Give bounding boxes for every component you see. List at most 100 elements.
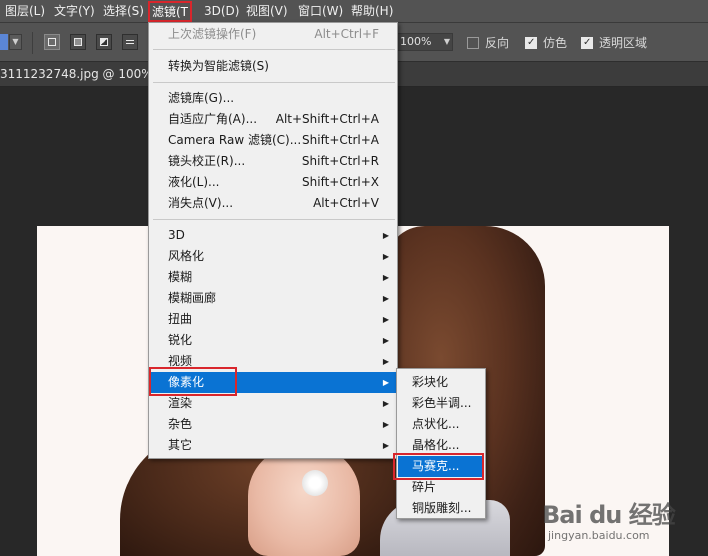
submenu-item-mosaic[interactable]: 马赛克... [398,456,484,477]
submenu-arrow-icon: ▶ [382,420,389,429]
menu-item-camera-raw[interactable]: Camera Raw 滤镜(C)... Shift+Ctrl+A [150,130,396,151]
radial-gradient-button[interactable] [70,34,86,50]
submenu-item-pointillize[interactable]: 点状化... [398,414,484,435]
angle-gradient-icon [100,38,108,46]
submenu-item-label: 点状化... [412,417,460,431]
menu-item-adaptive-wide-angle[interactable]: 自适应广角(A)... Alt+Shift+Ctrl+A [150,109,396,130]
submenu-arrow-icon: ▶ [382,252,389,261]
angle-gradient-button[interactable] [96,34,112,50]
checkbox-box-checked [581,35,593,51]
submenu-item-label: 碎片 [412,480,437,494]
checkbox-box-checked [525,35,537,51]
watermark-logo-tail: 经验 [628,501,676,529]
menu-item-label: 模糊 [168,270,193,284]
menu-item-filter-gallery[interactable]: 滤镜库(G)... [150,88,396,109]
submenu-item-label: 马赛克... [412,459,460,473]
menu-item-vanishing-point[interactable]: 消失点(V)... Alt+Ctrl+V [150,193,396,214]
menu-item-label: 自适应广角(A)... [168,112,258,126]
radial-gradient-icon [74,38,82,46]
submenu-arrow-icon: ▶ [382,315,389,324]
filter-menu: 上次滤镜操作(F) Alt+Ctrl+F 转换为智能滤镜(S) 滤镜库(G)..… [148,22,398,459]
menu-item-label: 像素化 [168,375,205,389]
menu-item-label: 镜头校正(R)... [168,154,246,168]
menu-window[interactable]: 窗口(W) [298,0,343,23]
menu-item-other[interactable]: 其它 ▶ [150,435,396,456]
menu-item-shortcut: Shift+Ctrl+R [301,154,379,168]
checkbox-label: 反向 [485,36,510,50]
photo-face [248,446,360,556]
dither-checkbox[interactable]: 仿色 [525,35,567,51]
menu-item-convert-smart-filter[interactable]: 转换为智能滤镜(S) [150,56,396,77]
submenu-item-crystallize[interactable]: 晶格化... [398,435,484,456]
chevron-down-icon: ▼ [443,37,450,46]
menu-item-3d[interactable]: 3D ▶ [150,225,396,246]
submenu-item-color-halftone[interactable]: 彩色半调... [398,393,484,414]
menu-view[interactable]: 视图(V) [246,0,288,23]
menu-item-stylize[interactable]: 风格化 ▶ [150,246,396,267]
checkbox-box [467,36,479,49]
reflected-gradient-icon [126,40,134,44]
menu-item-shortcut: Alt+Ctrl+F [314,27,379,41]
transparency-checkbox[interactable]: 透明区域 [581,35,647,51]
menu-item-label: 渲染 [168,396,193,410]
menu-select[interactable]: 选择(S) [103,0,144,23]
photo-hand [302,470,328,496]
menu-item-label: 扭曲 [168,312,193,326]
watermark-logo-text: Bai du [542,501,622,529]
menu-item-label: 液化(L)... [168,175,220,189]
baidu-watermark: Bai du 经验 jingyan.baidu.com [540,495,708,556]
submenu-arrow-icon: ▶ [382,357,389,366]
menu-item-pixelate[interactable]: 像素化 ▶ [150,372,396,393]
divider [32,32,33,54]
menu-separator [153,49,395,50]
menu-item-liquify[interactable]: 液化(L)... Shift+Ctrl+X [150,172,396,193]
menu-item-blur-gallery[interactable]: 模糊画廊 ▶ [150,288,396,309]
checkbox-label: 透明区域 [599,36,648,50]
menu-item-last-filter[interactable]: 上次滤镜操作(F) Alt+Ctrl+F [150,24,396,45]
submenu-arrow-icon: ▶ [382,336,389,345]
watermark-url: jingyan.baidu.com [548,529,650,542]
menu-item-label: 其它 [168,438,193,452]
submenu-arrow-icon: ▶ [382,231,389,240]
menu-item-label: 转换为智能滤镜(S) [168,59,269,73]
menu-item-label: 模糊画廊 [168,291,217,305]
submenu-arrow-icon: ▶ [382,399,389,408]
menu-layer[interactable]: 图层(L) [5,0,45,23]
menu-help[interactable]: 帮助(H) [351,0,393,23]
submenu-arrow-icon: ▶ [382,294,389,303]
submenu-item-mezzotint[interactable]: 铜版雕刻... [398,498,484,519]
checkbox-label: 仿色 [543,36,568,50]
menu-item-shortcut: Shift+Ctrl+X [302,175,379,189]
menu-item-label: 锐化 [168,333,193,347]
submenu-arrow-icon: ▶ [382,273,389,282]
submenu-item-label: 晶格化... [412,438,460,452]
menu-item-noise[interactable]: 杂色 ▶ [150,414,396,435]
linear-gradient-button[interactable] [44,34,60,50]
submenu-item-fragment[interactable]: 碎片 [398,477,484,498]
pixelate-submenu: 彩块化 彩色半调... 点状化... 晶格化... 马赛克... 碎片 铜版雕刻… [396,368,486,519]
menu-item-label: 滤镜库(G)... [168,91,235,105]
menu-item-label: Camera Raw 滤镜(C)... [168,133,302,147]
menu-3d[interactable]: 3D(D) [204,0,239,23]
menu-filter[interactable]: 滤镜(T [148,1,193,22]
menu-item-sharpen[interactable]: 锐化 ▶ [150,330,396,351]
menu-item-distort[interactable]: 扭曲 ▶ [150,309,396,330]
menu-item-label: 视频 [168,354,193,368]
gradient-picker-dropdown[interactable]: ▼ [9,34,22,50]
reflected-gradient-button[interactable] [122,34,138,50]
menu-item-label: 3D [168,228,185,242]
submenu-item-facet[interactable]: 彩块化 [398,372,484,393]
reverse-checkbox[interactable]: 反向 [467,35,509,51]
linear-gradient-icon [48,38,56,46]
menu-item-blur[interactable]: 模糊 ▶ [150,267,396,288]
gradient-swatch[interactable] [0,34,8,50]
submenu-arrow-icon: ▶ [382,441,389,450]
menu-item-shortcut: Shift+Ctrl+A [302,133,379,147]
menu-item-render[interactable]: 渲染 ▶ [150,393,396,414]
menu-item-shortcut: Alt+Ctrl+V [313,196,379,210]
menu-item-shortcut: Alt+Shift+Ctrl+A [275,112,379,126]
menu-type[interactable]: 文字(Y) [54,0,95,23]
menu-item-lens-correction[interactable]: 镜头校正(R)... Shift+Ctrl+R [150,151,396,172]
menu-item-video[interactable]: 视频 ▶ [150,351,396,372]
opacity-field[interactable]: 100% ▼ [397,33,453,51]
